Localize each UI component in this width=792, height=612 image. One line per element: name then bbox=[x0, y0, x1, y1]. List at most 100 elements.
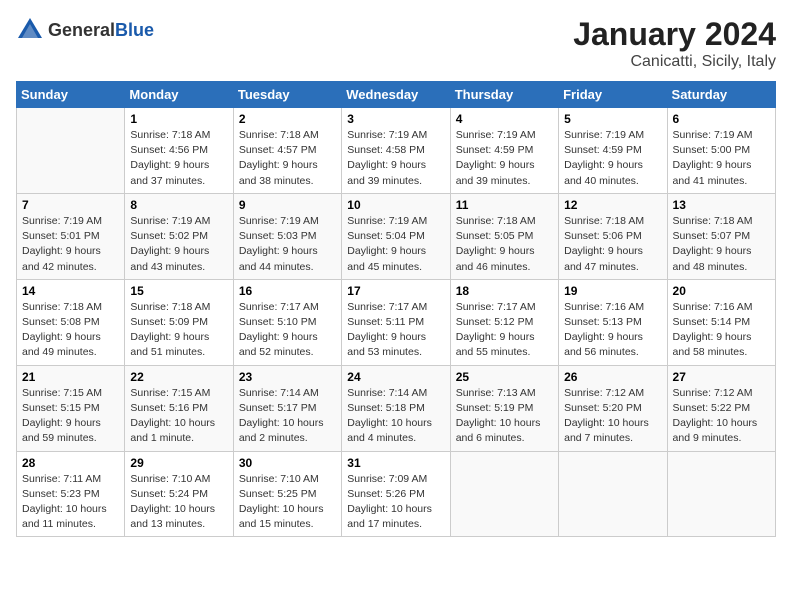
calendar-cell bbox=[450, 451, 558, 537]
calendar-cell: 5 Sunrise: 7:19 AMSunset: 4:59 PMDaylight… bbox=[559, 108, 667, 194]
calendar-cell: 23 Sunrise: 7:14 AMSunset: 5:17 PMDayligh… bbox=[233, 365, 341, 451]
calendar-cell: 13 Sunrise: 7:18 AMSunset: 5:07 PMDayligh… bbox=[667, 193, 775, 279]
day-info: Sunrise: 7:11 AMSunset: 5:23 PMDaylight:… bbox=[22, 472, 119, 533]
day-info: Sunrise: 7:15 AMSunset: 5:16 PMDaylight:… bbox=[130, 386, 227, 447]
calendar-cell: 17 Sunrise: 7:17 AMSunset: 5:11 PMDayligh… bbox=[342, 279, 450, 365]
calendar-cell: 12 Sunrise: 7:18 AMSunset: 5:06 PMDayligh… bbox=[559, 193, 667, 279]
calendar-cell: 21Sunrise: 7:15 AMSunset: 5:15 PMDayligh… bbox=[17, 365, 125, 451]
week-row-4: 21Sunrise: 7:15 AMSunset: 5:15 PMDayligh… bbox=[17, 365, 776, 451]
day-info: Sunrise: 7:14 AMSunset: 5:18 PMDaylight:… bbox=[347, 386, 444, 447]
day-info: Sunrise: 7:09 AMSunset: 5:26 PMDaylight:… bbox=[347, 472, 444, 533]
calendar-cell: 3 Sunrise: 7:19 AMSunset: 4:58 PMDaylight… bbox=[342, 108, 450, 194]
day-info: Sunrise: 7:19 AMSunset: 4:59 PMDaylight:… bbox=[456, 128, 553, 189]
day-number: 27 bbox=[673, 370, 770, 384]
calendar-cell: 31 Sunrise: 7:09 AMSunset: 5:26 PMDayligh… bbox=[342, 451, 450, 537]
calendar-cell: 16 Sunrise: 7:17 AMSunset: 5:10 PMDayligh… bbox=[233, 279, 341, 365]
day-info: Sunrise: 7:12 AMSunset: 5:22 PMDaylight:… bbox=[673, 386, 770, 447]
week-row-3: 14 Sunrise: 7:18 AMSunset: 5:08 PMDayligh… bbox=[17, 279, 776, 365]
calendar-cell: 10Sunrise: 7:19 AMSunset: 5:04 PMDayligh… bbox=[342, 193, 450, 279]
day-header-thursday: Thursday bbox=[450, 82, 558, 108]
day-number: 13 bbox=[673, 198, 770, 212]
logo-blue-text: Blue bbox=[115, 20, 154, 40]
day-number: 15 bbox=[130, 284, 227, 298]
day-number: 31 bbox=[347, 456, 444, 470]
day-info: Sunrise: 7:10 AMSunset: 5:24 PMDaylight:… bbox=[130, 472, 227, 533]
day-number: 18 bbox=[456, 284, 553, 298]
logo-icon bbox=[16, 16, 44, 44]
day-number: 8 bbox=[130, 198, 227, 212]
day-number: 14 bbox=[22, 284, 119, 298]
day-number: 5 bbox=[564, 112, 661, 126]
day-number: 20 bbox=[673, 284, 770, 298]
calendar-cell: 11Sunrise: 7:18 AMSunset: 5:05 PMDayligh… bbox=[450, 193, 558, 279]
calendar-cell: 27 Sunrise: 7:12 AMSunset: 5:22 PMDayligh… bbox=[667, 365, 775, 451]
calendar-cell: 29 Sunrise: 7:10 AMSunset: 5:24 PMDayligh… bbox=[125, 451, 233, 537]
day-info: Sunrise: 7:19 AMSunset: 5:02 PMDaylight:… bbox=[130, 214, 227, 275]
week-row-2: 7Sunrise: 7:19 AMSunset: 5:01 PMDaylight… bbox=[17, 193, 776, 279]
day-info: Sunrise: 7:17 AMSunset: 5:11 PMDaylight:… bbox=[347, 300, 444, 361]
title-block: January 2024 Canicatti, Sicily, Italy bbox=[573, 16, 776, 71]
calendar-cell: 22Sunrise: 7:15 AMSunset: 5:16 PMDayligh… bbox=[125, 365, 233, 451]
page-header: GeneralBlue January 2024 Canicatti, Sici… bbox=[16, 16, 776, 71]
calendar-cell: 26 Sunrise: 7:12 AMSunset: 5:20 PMDayligh… bbox=[559, 365, 667, 451]
calendar-table: SundayMondayTuesdayWednesdayThursdayFrid… bbox=[16, 81, 776, 537]
day-number: 16 bbox=[239, 284, 336, 298]
day-info: Sunrise: 7:19 AMSunset: 4:58 PMDaylight:… bbox=[347, 128, 444, 189]
day-info: Sunrise: 7:12 AMSunset: 5:20 PMDaylight:… bbox=[564, 386, 661, 447]
day-number: 2 bbox=[239, 112, 336, 126]
day-info: Sunrise: 7:17 AMSunset: 5:12 PMDaylight:… bbox=[456, 300, 553, 361]
day-info: Sunrise: 7:18 AMSunset: 5:06 PMDaylight:… bbox=[564, 214, 661, 275]
day-info: Sunrise: 7:18 AMSunset: 5:07 PMDaylight:… bbox=[673, 214, 770, 275]
day-info: Sunrise: 7:19 AMSunset: 5:03 PMDaylight:… bbox=[239, 214, 336, 275]
calendar-cell: 25Sunrise: 7:13 AMSunset: 5:19 PMDayligh… bbox=[450, 365, 558, 451]
day-number: 24 bbox=[347, 370, 444, 384]
day-info: Sunrise: 7:18 AMSunset: 4:56 PMDaylight:… bbox=[130, 128, 227, 189]
day-number: 12 bbox=[564, 198, 661, 212]
day-header-tuesday: Tuesday bbox=[233, 82, 341, 108]
day-number: 28 bbox=[22, 456, 119, 470]
day-number: 26 bbox=[564, 370, 661, 384]
calendar-cell: 9Sunrise: 7:19 AMSunset: 5:03 PMDaylight… bbox=[233, 193, 341, 279]
day-info: Sunrise: 7:17 AMSunset: 5:10 PMDaylight:… bbox=[239, 300, 336, 361]
week-row-1: 1 Sunrise: 7:18 AMSunset: 4:56 PMDaylight… bbox=[17, 108, 776, 194]
calendar-cell bbox=[667, 451, 775, 537]
day-number: 7 bbox=[22, 198, 119, 212]
header-row: SundayMondayTuesdayWednesdayThursdayFrid… bbox=[17, 82, 776, 108]
day-number: 6 bbox=[673, 112, 770, 126]
calendar-cell: 6 Sunrise: 7:19 AMSunset: 5:00 PMDaylight… bbox=[667, 108, 775, 194]
day-number: 23 bbox=[239, 370, 336, 384]
calendar-cell: 18 Sunrise: 7:17 AMSunset: 5:12 PMDayligh… bbox=[450, 279, 558, 365]
day-info: Sunrise: 7:16 AMSunset: 5:13 PMDaylight:… bbox=[564, 300, 661, 361]
day-number: 29 bbox=[130, 456, 227, 470]
calendar-cell: 20 Sunrise: 7:16 AMSunset: 5:14 PMDayligh… bbox=[667, 279, 775, 365]
day-info: Sunrise: 7:19 AMSunset: 4:59 PMDaylight:… bbox=[564, 128, 661, 189]
day-number: 1 bbox=[130, 112, 227, 126]
calendar-header: SundayMondayTuesdayWednesdayThursdayFrid… bbox=[17, 82, 776, 108]
day-info: Sunrise: 7:14 AMSunset: 5:17 PMDaylight:… bbox=[239, 386, 336, 447]
page-title: January 2024 bbox=[573, 16, 776, 53]
day-info: Sunrise: 7:19 AMSunset: 5:00 PMDaylight:… bbox=[673, 128, 770, 189]
day-header-monday: Monday bbox=[125, 82, 233, 108]
day-info: Sunrise: 7:18 AMSunset: 5:09 PMDaylight:… bbox=[130, 300, 227, 361]
day-info: Sunrise: 7:10 AMSunset: 5:25 PMDaylight:… bbox=[239, 472, 336, 533]
week-row-5: 28 Sunrise: 7:11 AMSunset: 5:23 PMDayligh… bbox=[17, 451, 776, 537]
day-number: 11 bbox=[456, 198, 553, 212]
day-header-saturday: Saturday bbox=[667, 82, 775, 108]
day-info: Sunrise: 7:13 AMSunset: 5:19 PMDaylight:… bbox=[456, 386, 553, 447]
day-info: Sunrise: 7:15 AMSunset: 5:15 PMDaylight:… bbox=[22, 386, 119, 447]
day-info: Sunrise: 7:19 AMSunset: 5:04 PMDaylight:… bbox=[347, 214, 444, 275]
day-number: 4 bbox=[456, 112, 553, 126]
calendar-cell bbox=[559, 451, 667, 537]
day-number: 3 bbox=[347, 112, 444, 126]
logo-general-text: General bbox=[48, 20, 115, 40]
day-info: Sunrise: 7:16 AMSunset: 5:14 PMDaylight:… bbox=[673, 300, 770, 361]
day-info: Sunrise: 7:18 AMSunset: 5:08 PMDaylight:… bbox=[22, 300, 119, 361]
calendar-cell: 4 Sunrise: 7:19 AMSunset: 4:59 PMDaylight… bbox=[450, 108, 558, 194]
calendar-cell: 15 Sunrise: 7:18 AMSunset: 5:09 PMDayligh… bbox=[125, 279, 233, 365]
calendar-cell: 19 Sunrise: 7:16 AMSunset: 5:13 PMDayligh… bbox=[559, 279, 667, 365]
calendar-cell: 2Sunrise: 7:18 AMSunset: 4:57 PMDaylight… bbox=[233, 108, 341, 194]
day-number: 19 bbox=[564, 284, 661, 298]
day-number: 17 bbox=[347, 284, 444, 298]
day-header-wednesday: Wednesday bbox=[342, 82, 450, 108]
calendar-body: 1 Sunrise: 7:18 AMSunset: 4:56 PMDaylight… bbox=[17, 108, 776, 537]
